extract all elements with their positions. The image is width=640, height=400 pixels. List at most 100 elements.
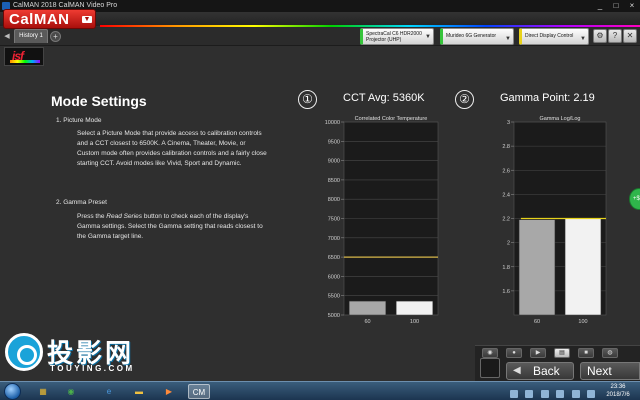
isf-logo: isf	[4, 47, 44, 66]
step-2-body: Press the Read Series button to check ea…	[77, 213, 263, 240]
tray-volume-icon[interactable]	[525, 390, 534, 398]
chevron-down-icon: ▼	[580, 36, 586, 42]
chevron-down-icon: ▼	[425, 34, 431, 40]
y-tick-label: 9500	[328, 139, 340, 145]
tab-scroll-left-icon[interactable]: ◀	[2, 31, 12, 42]
next-label: Next	[587, 364, 612, 378]
device-display-button[interactable]: Direct Display Control ▼	[519, 28, 589, 45]
y-tick-label: 2	[507, 241, 510, 247]
stop-icon[interactable]: ■	[578, 348, 594, 358]
close-window-icon[interactable]: ×	[624, 0, 640, 12]
x-tick-label: 60	[534, 319, 540, 325]
calman-logo: CalMAN	[9, 11, 70, 28]
tab-history-1[interactable]: History 1	[14, 29, 48, 43]
y-tick-label: 6000	[328, 274, 340, 280]
minimize-icon[interactable]: _	[592, 0, 608, 12]
clock-time: 23:36	[610, 384, 626, 390]
device-meter-button[interactable]: SpectraCal C6 HDR2000 Projector (UHP) ▼	[360, 28, 434, 45]
y-tick-label: 1.8	[502, 265, 510, 271]
swatch-preview	[480, 358, 500, 378]
y-tick-label: 2.6	[502, 168, 510, 174]
windows-taskbar: ▦ ◉ e ▬ ▶ CM 23:36 2018/7/6	[0, 381, 640, 400]
tray-keyboard-icon[interactable]	[556, 390, 565, 398]
media-player-icon[interactable]: ◉	[60, 384, 82, 399]
x-tick-label: 100	[410, 319, 419, 325]
chart-title: Gamma Log/Log	[540, 116, 581, 122]
y-tick-label: 5000	[328, 313, 340, 319]
chart-bar	[348, 300, 387, 316]
toolbar: ◀ History 1 + SpectraCal C6 HDR2000 Proj…	[0, 27, 640, 46]
app-header	[0, 12, 640, 26]
options-icon[interactable]: ◍	[602, 348, 618, 358]
step-number-1: ①	[298, 90, 317, 109]
chart-bar	[518, 219, 556, 316]
record-icon[interactable]: ●	[506, 348, 522, 358]
y-tick-label: 8500	[328, 178, 340, 184]
y-tick-label: 2.8	[502, 144, 510, 150]
y-tick-label: 1.6	[502, 289, 510, 295]
watermark-logo	[5, 333, 43, 371]
gear-icon[interactable]: ⚙	[593, 29, 607, 43]
folder-icon[interactable]: ▬	[128, 384, 150, 399]
x-tick-label: 60	[364, 319, 370, 325]
explorer-icon[interactable]: ▦	[32, 384, 54, 399]
calman-taskbar-item[interactable]: CM	[188, 384, 210, 399]
device-meter-label: SpectraCal C6 HDR2000 Projector (UHP)	[366, 31, 422, 43]
cct-chart: Correlated Color Temperature 5000 5500 6000…	[325, 116, 439, 325]
y-tick-label: 3	[507, 120, 510, 126]
gamma-point-heading: Gamma Point: 2.19	[500, 92, 595, 104]
y-tick-label: 2.4	[502, 192, 510, 198]
y-tick-label: 8000	[328, 197, 340, 203]
step-1-body: Select a Picture Mode that provide acces…	[77, 130, 267, 167]
back-label: Back	[533, 364, 560, 378]
play-icon[interactable]: ▶	[530, 348, 546, 358]
step-2-heading: 2. Gamma Preset	[56, 199, 107, 206]
step-number-2: ②	[455, 90, 474, 109]
y-tick-label: 5500	[328, 294, 340, 300]
arrow-left-icon: ◀	[513, 365, 521, 376]
tray-help-icon[interactable]	[587, 390, 596, 398]
media-icon[interactable]: ▶	[158, 384, 180, 399]
save-icon[interactable]: ◉	[482, 348, 498, 358]
y-tick-label: 9000	[328, 159, 340, 165]
page-title: Mode Settings	[51, 93, 147, 109]
help-icon[interactable]: ?	[608, 29, 622, 43]
device-display-label: Direct Display Control	[525, 33, 574, 39]
y-tick-label: 7500	[328, 217, 340, 223]
y-tick-label: 10000	[325, 120, 340, 126]
step-1-heading: 1. Picture Mode	[56, 117, 102, 124]
maximize-icon[interactable]: □	[608, 0, 624, 12]
device-generator-label: Murideo 6G Generator	[446, 33, 497, 39]
close-icon[interactable]: ✕	[623, 29, 637, 43]
tray-network-icon[interactable]	[510, 390, 518, 398]
chevron-down-icon: ▼	[82, 16, 92, 23]
system-tray	[510, 385, 600, 398]
tray-battery-icon[interactable]	[571, 390, 580, 398]
side-panel-toggle[interactable]: +$	[629, 188, 640, 210]
chart-title: Correlated Color Temperature	[355, 116, 428, 122]
clock-date: 2018/7/6	[606, 392, 630, 398]
next-button[interactable]: Next	[580, 362, 640, 380]
read-series-icon[interactable]: ▤	[554, 348, 570, 358]
chart-bar	[564, 218, 602, 316]
chevron-down-icon: ▼	[505, 36, 511, 42]
y-tick-label: 7000	[328, 236, 340, 242]
window-controls: _ □ ×	[592, 0, 640, 12]
read-series-emphasis: Read Series	[106, 213, 143, 220]
x-tick-label: 100	[578, 319, 587, 325]
device-generator-button[interactable]: Murideo 6G Generator ▼	[440, 28, 514, 45]
start-button[interactable]	[4, 383, 21, 400]
back-button[interactable]: ◀ Back	[506, 362, 574, 380]
ie-icon[interactable]: e	[98, 384, 120, 399]
chart-bar	[395, 300, 434, 316]
cct-avg-heading: CCT Avg: 5360K	[343, 92, 425, 104]
tray-flag-icon[interactable]	[540, 390, 549, 398]
gamma-chart: Gamma Log/Log 1.6 1.8 2 2.2 2.4 2.6 2.8 3 60 100	[502, 116, 607, 325]
add-tab-button[interactable]: +	[50, 31, 61, 42]
watermark-url: TOUYING.COM	[50, 364, 135, 373]
calman-menu-button[interactable]: CalMAN ▼	[3, 9, 96, 29]
y-tick-label: 6500	[328, 255, 340, 261]
y-tick-label: 2.2	[502, 217, 510, 223]
system-clock[interactable]: 23:36 2018/7/6	[598, 383, 638, 399]
window-title-bar: CalMAN 2018 CalMAN Video Pro _ □ ×	[0, 0, 640, 12]
